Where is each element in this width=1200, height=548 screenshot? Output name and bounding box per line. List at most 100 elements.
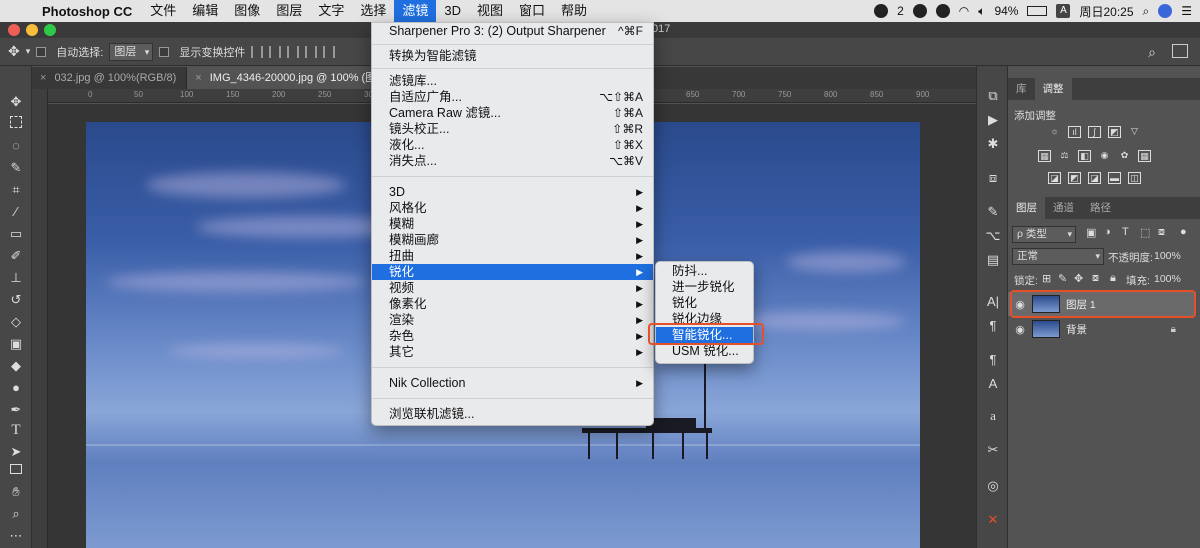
fill-value[interactable]: 100% [1154, 273, 1181, 285]
menu-item-lens-correction[interactable]: 镜头校正... ⇧⌘R [372, 121, 653, 137]
lasso-tool-icon[interactable]: ◌ [8, 138, 24, 154]
align-left-icon[interactable] [251, 45, 264, 58]
layer-filter-kind[interactable]: ρ 类型 [1012, 226, 1076, 243]
clone-source-icon[interactable]: ⧈ [985, 170, 1001, 186]
threshold-icon[interactable]: ◪ [1088, 172, 1101, 184]
submenu-item-unsharp-mask[interactable]: USM 锐化... [656, 343, 753, 359]
crop-tool-icon[interactable]: ⌗ [8, 182, 24, 198]
menu-item-last-filter[interactable]: Sharpener Pro 3: (2) Output Sharpener ^⌘… [372, 23, 653, 39]
photo-filter-icon[interactable]: ◉ [1098, 150, 1111, 162]
lock-all-icon[interactable]: 🔒︎ [1110, 272, 1116, 285]
blend-mode-dropdown[interactable]: 正常 [1012, 248, 1104, 265]
gradient-tool-icon[interactable]: ▣ [8, 336, 24, 352]
menu-item-other[interactable]: 其它 ▶ [372, 344, 653, 360]
tool-preset-dropdown-icon[interactable]: ▾ [26, 46, 31, 57]
color-lookup-icon[interactable]: ▦ [1138, 150, 1151, 162]
zoom-window-button[interactable] [44, 24, 56, 36]
sync-icon[interactable] [912, 4, 927, 18]
close-tab-icon[interactable]: × [40, 72, 46, 84]
minimize-window-button[interactable] [26, 24, 38, 36]
close-tab-icon[interactable]: × [195, 72, 201, 84]
menu-image[interactable]: 图像 [226, 0, 268, 22]
filter-smart-icon[interactable]: ⧇ [1158, 226, 1165, 239]
posterize-icon[interactable]: ◩ [1068, 172, 1081, 184]
shape-tool-icon[interactable] [10, 464, 22, 474]
notification-center-icon[interactable]: ☰ [1181, 4, 1192, 18]
menu-item-adaptive-wide-angle[interactable]: 自适应广角... ⌥⇧⌘A [372, 89, 653, 105]
menu-item-distort[interactable]: 扭曲 ▶ [372, 248, 653, 264]
search-icon[interactable]: ⌕ [1148, 44, 1156, 61]
actions-panel-icon[interactable]: ▶ [985, 112, 1001, 128]
channel-mixer-icon[interactable]: ✿ [1118, 150, 1131, 162]
lock-pixels-icon[interactable]: ✎ [1058, 272, 1067, 285]
menu-item-render[interactable]: 渲染 ▶ [372, 312, 653, 328]
menu-item-sharpen[interactable]: 锐化 ▶ [372, 264, 653, 280]
paragraph-panel-icon[interactable]: ¶ [985, 318, 1001, 334]
filter-pixel-icon[interactable]: ▣ [1086, 226, 1096, 239]
align-right-icon[interactable] [287, 45, 300, 58]
tab-paths[interactable]: 路径 [1082, 197, 1119, 219]
bluetooth-icon[interactable] [935, 4, 950, 18]
wifi-icon[interactable]: ◠ [959, 4, 969, 18]
paragraph-styles-icon[interactable]: ¶ [985, 352, 1001, 368]
submenu-item-shake-reduction[interactable]: 防抖... [656, 263, 753, 279]
tools-panel-icon[interactable]: ✂ [985, 442, 1001, 458]
more-tools-icon[interactable]: ⋯ [8, 528, 24, 544]
lock-transparent-icon[interactable]: ⊞ [1042, 272, 1051, 285]
menu-item-blur-gallery[interactable]: 模糊画廊 ▶ [372, 232, 653, 248]
path-select-tool-icon[interactable]: ➤ [8, 444, 24, 460]
close-window-button[interactable] [8, 24, 20, 36]
marquee-tool-icon[interactable] [10, 116, 22, 128]
tab-layers[interactable]: 图层 [1008, 197, 1045, 219]
history-panel-icon[interactable]: ⧉ [985, 88, 1001, 104]
menu-item-vanishing-point[interactable]: 消失点... ⌥⌘V [372, 153, 653, 169]
menu-item-convert-smart-filter[interactable]: 转换为智能滤镜 [372, 48, 653, 64]
menu-item-pixelate[interactable]: 像素化 ▶ [372, 296, 653, 312]
menu-item-blur[interactable]: 模糊 ▶ [372, 216, 653, 232]
menu-item-stylize[interactable]: 风格化 ▶ [372, 200, 653, 216]
tab-adjustments[interactable]: 调整 [1034, 78, 1072, 100]
black-white-icon[interactable]: ◧ [1078, 150, 1091, 162]
siri-icon[interactable] [1158, 4, 1173, 18]
levels-icon[interactable]: ıl [1068, 126, 1081, 138]
invert-icon[interactable]: ◪ [1048, 172, 1061, 184]
selective-color-icon[interactable]: ◫ [1128, 172, 1141, 184]
move-tool-icon[interactable]: ✥ [8, 94, 24, 110]
plugin-panel-icon[interactable]: ◎ [985, 478, 1001, 494]
battery-icon[interactable] [1027, 6, 1048, 16]
filter-type-icon[interactable]: T [1122, 226, 1129, 238]
menu-help[interactable]: 帮助 [553, 0, 595, 22]
menu-view[interactable]: 视图 [469, 0, 511, 22]
tool-presets-icon[interactable]: ⌥ [985, 228, 1001, 244]
align-middle-icon[interactable] [323, 45, 336, 58]
brushes-panel-icon[interactable]: ✎ [985, 204, 1001, 220]
curves-icon[interactable]: ∫ [1088, 126, 1101, 138]
dodge-tool-icon[interactable]: ● [8, 380, 24, 396]
zoom-tool-icon[interactable]: ⌕ [8, 506, 24, 522]
move-tool-icon[interactable]: ✥ [8, 43, 20, 60]
align-center-icon[interactable] [269, 45, 282, 58]
history-brush-tool-icon[interactable]: ↺ [8, 292, 24, 308]
wechat-icon[interactable] [874, 4, 889, 18]
clone-stamp-tool-icon[interactable]: ⊥ [8, 270, 24, 286]
quick-select-tool-icon[interactable]: ✎ [8, 160, 24, 176]
menubar-clock[interactable]: 周日20:25 [1079, 3, 1133, 20]
tab-document-1[interactable]: × 032.jpg @ 100%(RGB/8) [32, 67, 188, 89]
opacity-value[interactable]: 100% [1154, 250, 1181, 262]
character-panel-icon[interactable]: A| [985, 294, 1001, 310]
healing-brush-tool-icon[interactable]: ▭ [8, 226, 24, 242]
glyphs-panel-icon[interactable]: a [985, 408, 1001, 424]
auto-select-dropdown[interactable]: 图层 [109, 42, 154, 61]
character-styles-icon[interactable]: A [985, 376, 1001, 392]
swatches-icon[interactable]: ▤ [985, 252, 1001, 268]
type-tool-icon[interactable]: T [8, 422, 24, 438]
menu-3d[interactable]: 3D [436, 0, 469, 22]
menu-filter[interactable]: 滤镜 [394, 0, 437, 22]
eraser-tool-icon[interactable]: ◇ [8, 314, 24, 330]
vibrance-icon[interactable]: ▽ [1128, 126, 1141, 138]
tab-document-2[interactable]: × IMG_4346-20000.jpg @ 100% (图层 [187, 67, 399, 89]
pen-tool-icon[interactable]: ✒ [8, 402, 24, 418]
filter-shape-icon[interactable]: ⬚ [1140, 226, 1150, 239]
brush-settings-icon[interactable]: ✱ [985, 136, 1001, 152]
layer-name[interactable]: 背景 [1066, 322, 1087, 337]
